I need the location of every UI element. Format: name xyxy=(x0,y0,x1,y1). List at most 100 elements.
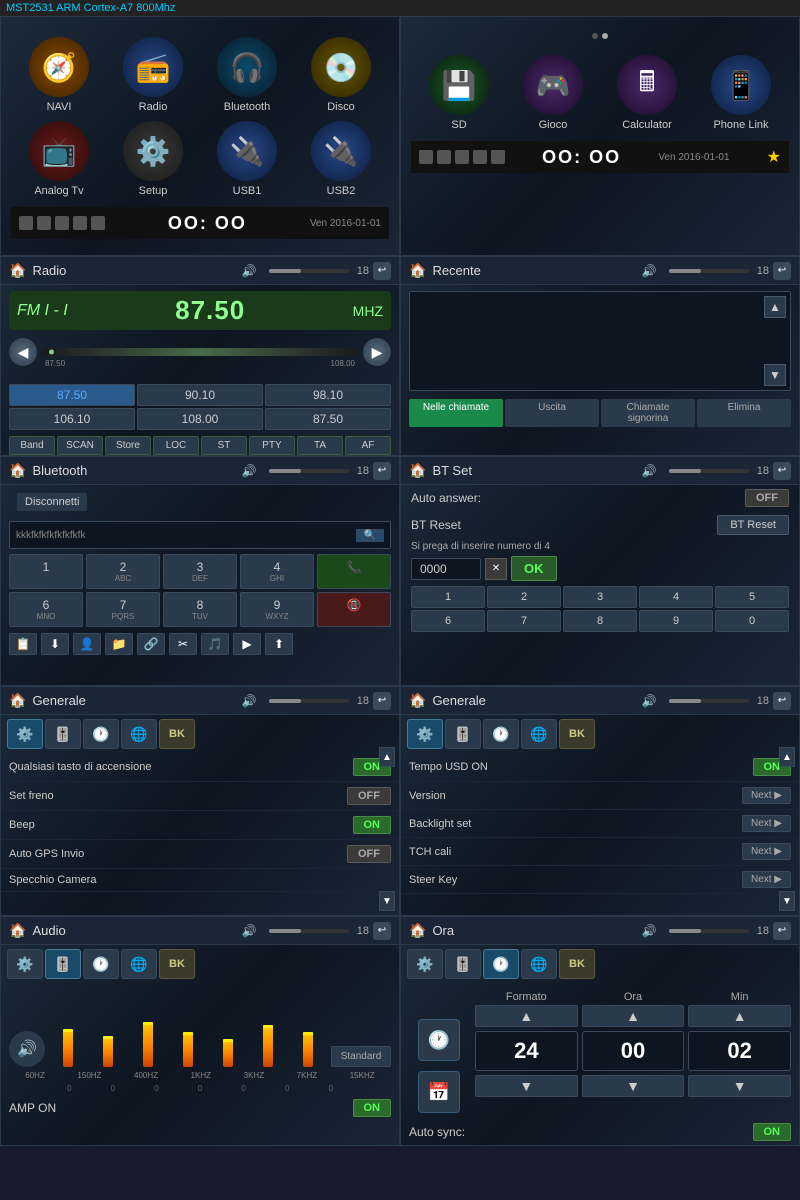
home-icon-bt[interactable]: 🏠 xyxy=(9,462,26,479)
recente-back-btn[interactable]: ↩ xyxy=(773,262,791,280)
bt-action-4[interactable]: 📁 xyxy=(105,633,133,655)
min-down-btn[interactable]: ▼ xyxy=(688,1075,791,1097)
preset-btn-3[interactable]: 98.10 xyxy=(265,384,391,406)
ora-up-btn[interactable]: ▲ xyxy=(582,1005,685,1027)
gen1-volume-slider[interactable] xyxy=(269,699,349,703)
settings-tab-clock-2[interactable]: 🕐 xyxy=(483,719,519,749)
radio-back-btn[interactable]: ↩ xyxy=(373,262,391,280)
home-icon2-phone-link[interactable]: 📱Phone Link xyxy=(698,55,784,131)
auto-sync-toggle[interactable]: ON xyxy=(753,1123,792,1141)
audio-volume-slider[interactable] xyxy=(269,929,349,933)
formato-down-btn[interactable]: ▼ xyxy=(475,1075,578,1097)
preset-btn-2[interactable]: 90.10 xyxy=(137,384,263,406)
home-icon-bluetooth[interactable]: 🎧Bluetooth xyxy=(204,37,290,113)
home-icon-gen1[interactable]: 🏠 xyxy=(9,692,26,709)
home-icon2-gioco[interactable]: 🎮Gioco xyxy=(510,55,596,131)
home-icon-analog-tv[interactable]: 📺Analog Tv xyxy=(16,121,102,197)
numpad-4[interactable]: 4GHI xyxy=(240,554,314,589)
home-icon-gen2[interactable]: 🏠 xyxy=(409,692,426,709)
scroll-down-gen1[interactable]: ▼ xyxy=(379,891,395,911)
btset-back-btn[interactable]: ↩ xyxy=(773,462,791,480)
btset-num-2[interactable]: 2 xyxy=(487,586,561,608)
bt-action-3[interactable]: 👤 xyxy=(73,633,101,655)
bt-action-5[interactable]: 🔗 xyxy=(137,633,165,655)
next-station-btn[interactable]: ▶ xyxy=(363,338,391,366)
freq-slider[interactable]: 87.50 108.00 xyxy=(43,348,357,356)
tab-chiamate-signorina[interactable]: Chiamate signorina xyxy=(601,399,695,427)
preset-btn-1[interactable]: 87.50 xyxy=(9,384,135,406)
af-btn[interactable]: AF xyxy=(345,436,391,455)
tab-nelle-chiamate[interactable]: Nelle chiamate xyxy=(409,399,503,427)
numpad-call[interactable]: 📞 xyxy=(317,554,391,589)
pty-btn[interactable]: PTY xyxy=(249,436,295,455)
radio-volume-slider[interactable] xyxy=(269,269,349,273)
scan-btn[interactable]: SCAN xyxy=(57,436,103,455)
btset-num-9[interactable]: 9 xyxy=(639,610,713,632)
eq-volume-icon[interactable]: 🔊 xyxy=(9,1031,45,1067)
home-icon2-sd[interactable]: 💾SD xyxy=(416,55,502,131)
numpad-end[interactable]: 📵 xyxy=(317,592,391,627)
eq-bar-6[interactable] xyxy=(290,997,327,1067)
eq-bar-5[interactable] xyxy=(250,997,287,1067)
gen2-volume-slider[interactable] xyxy=(669,699,749,703)
home-icon2-calculator[interactable]: 🖩Calculator xyxy=(604,55,690,131)
audio-tab-gear[interactable]: ⚙️ xyxy=(7,949,43,979)
auto-answer-toggle[interactable]: OFF xyxy=(745,489,789,507)
bt-disconnect-btn[interactable]: Disconnetti xyxy=(17,493,87,511)
numpad-3[interactable]: 3DEF xyxy=(163,554,237,589)
bt-action-2[interactable]: ⬇ xyxy=(41,633,69,655)
audio-back-btn[interactable]: ↩ xyxy=(373,922,391,940)
eq-bar-0[interactable] xyxy=(49,997,86,1067)
ora-down-btn[interactable]: ▼ xyxy=(582,1075,685,1097)
scroll-up-gen1[interactable]: ▲ xyxy=(379,747,395,767)
settings-tab-gear[interactable]: ⚙️ xyxy=(7,719,43,749)
preset-btn-4[interactable]: 106.10 xyxy=(9,408,135,430)
settings-tab-globe-2[interactable]: 🌐 xyxy=(521,719,557,749)
settings-tab-bk-2[interactable]: BK xyxy=(559,719,595,749)
pin-clear-btn[interactable]: ✕ xyxy=(485,558,507,580)
bt-volume-slider[interactable] xyxy=(269,469,349,473)
home-icon-recente[interactable]: 🏠 xyxy=(409,262,426,279)
bt-search-btn[interactable]: 🔍 xyxy=(356,529,384,542)
pin-ok-btn[interactable]: OK xyxy=(511,556,557,581)
btset-volume-slider[interactable] xyxy=(669,469,749,473)
min-up-btn[interactable]: ▲ xyxy=(688,1005,791,1027)
btset-num-3[interactable]: 3 xyxy=(563,586,637,608)
amp-toggle[interactable]: ON xyxy=(353,1099,392,1117)
home-icon-setup[interactable]: ⚙️Setup xyxy=(110,121,196,197)
home-icon-disco[interactable]: 💿Disco xyxy=(298,37,384,113)
btset-num-7[interactable]: 7 xyxy=(487,610,561,632)
tab-uscita[interactable]: Uscita xyxy=(505,399,599,427)
settings-tab-clock[interactable]: 🕐 xyxy=(83,719,119,749)
home-icon-radio[interactable]: 📻Radio xyxy=(110,37,196,113)
settings-tab-gear-2[interactable]: ⚙️ xyxy=(407,719,443,749)
ora-tab-clock[interactable]: 🕐 xyxy=(483,949,519,979)
ora-tab-bk[interactable]: BK xyxy=(559,949,595,979)
store-btn[interactable]: Store xyxy=(105,436,151,455)
numpad-9[interactable]: 9WXYZ xyxy=(240,592,314,627)
settings-tab-eq[interactable]: 🎚️ xyxy=(45,719,81,749)
numpad-8[interactable]: 8TUV xyxy=(163,592,237,627)
home-icon-usb1[interactable]: 🔌USB1 xyxy=(204,121,290,197)
bt-back-btn[interactable]: ↩ xyxy=(373,462,391,480)
settings-tab-globe[interactable]: 🌐 xyxy=(121,719,157,749)
scroll-up-btn[interactable]: ▲ xyxy=(764,296,786,318)
btset-num-0[interactable]: 0 xyxy=(715,610,789,632)
numpad-6[interactable]: 6MNO xyxy=(9,592,83,627)
bt-action-7[interactable]: 🎵 xyxy=(201,633,229,655)
scroll-down-btn[interactable]: ▼ xyxy=(764,364,786,386)
ora-tab-gear[interactable]: ⚙️ xyxy=(407,949,443,979)
btset-num-5[interactable]: 5 xyxy=(715,586,789,608)
eq-bar-4[interactable] xyxy=(210,997,247,1067)
ta-btn[interactable]: TA xyxy=(297,436,343,455)
eq-bar-3[interactable] xyxy=(169,997,206,1067)
tab-elimina[interactable]: Elimina xyxy=(697,399,791,427)
audio-tab-clock[interactable]: 🕐 xyxy=(83,949,119,979)
band-btn[interactable]: Band xyxy=(9,436,55,455)
scroll-up-gen2[interactable]: ▲ xyxy=(779,747,795,767)
btset-num-6[interactable]: 6 xyxy=(411,610,485,632)
numpad-1[interactable]: 1 xyxy=(9,554,83,589)
bt-action-6[interactable]: ✂ xyxy=(169,633,197,655)
preset-btn-6[interactable]: 87.50 xyxy=(265,408,391,430)
audio-tab-eq[interactable]: 🎚️ xyxy=(45,949,81,979)
